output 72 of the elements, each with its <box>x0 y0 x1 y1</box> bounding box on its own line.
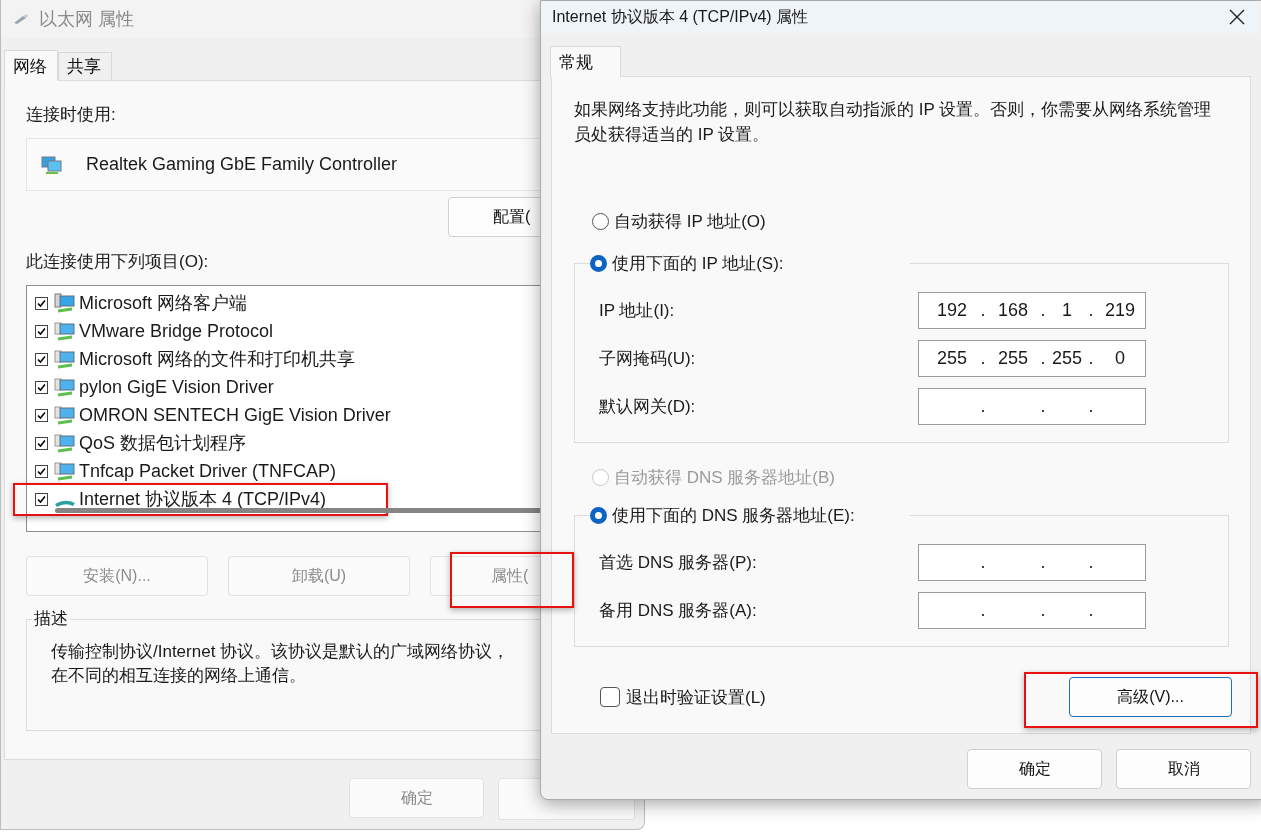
computer-icon <box>54 293 76 313</box>
checkbox-label: 退出时验证设置(L) <box>626 686 766 709</box>
ip-address-field[interactable]: 255 255 255 0 . . . <box>918 339 1146 377</box>
cancel-button[interactable]: 取消 <box>1116 749 1251 789</box>
computer-icon <box>54 349 76 369</box>
computer-icon <box>54 461 76 481</box>
computer-icon <box>54 377 76 397</box>
computer-icon <box>54 321 76 341</box>
list-item[interactable]: Microsoft 网络客户端 <box>35 289 247 317</box>
checkbox[interactable] <box>35 380 48 394</box>
window-title: 以太网 属性 <box>39 8 134 31</box>
list-item[interactable]: pylon GigE Vision Driver <box>35 373 274 401</box>
tab[interactable]: 网络 <box>4 50 58 81</box>
network-cable-icon <box>54 498 76 508</box>
checkbox[interactable] <box>35 408 48 422</box>
ip-address-field[interactable]: . . . <box>918 387 1146 425</box>
checkbox-option[interactable]: 退出时验证设置(L) <box>600 685 766 709</box>
checkbox[interactable] <box>35 352 48 366</box>
tab[interactable]: 共享 <box>58 52 112 80</box>
radio-button[interactable] <box>590 506 607 524</box>
checkbox[interactable] <box>600 687 620 707</box>
radio-option[interactable]: 自动获得 IP 地址(O) <box>592 208 1228 234</box>
description-text: 传输控制协议/Internet 协议。该协议是默认的广域网络协议， <box>51 641 511 663</box>
checkbox[interactable] <box>35 464 48 478</box>
item-label: Tnfcap Packet Driver (TNFCAP) <box>79 460 337 482</box>
network-cable-icon <box>13 13 29 25</box>
monitors-icon <box>41 154 63 175</box>
field-label: IP 地址(I): <box>599 299 676 322</box>
radio-option[interactable]: 使用下面的 IP 地址(S): <box>590 250 900 276</box>
radio-option[interactable]: 使用下面的 DNS 服务器地址(E): <box>590 502 900 528</box>
radio-label: 使用下面的 DNS 服务器地址(E): <box>612 504 855 527</box>
list-item[interactable]: VMware Bridge Protocol <box>35 317 274 345</box>
tab[interactable]: 常规 <box>550 46 621 77</box>
item-label: Microsoft 网络的文件和打印机共享 <box>79 348 355 371</box>
list-item[interactable]: Microsoft 网络的文件和打印机共享 <box>35 345 355 373</box>
checkbox[interactable] <box>35 436 48 450</box>
description-text: 在不同的相互连接的网络上通信。 <box>51 665 307 687</box>
item-label: OMRON SENTECH GigE Vision Driver <box>79 404 391 426</box>
radio-button[interactable] <box>590 254 607 272</box>
list-item[interactable]: QoS 数据包计划程序 <box>35 429 247 457</box>
item-label: pylon GigE Vision Driver <box>79 376 274 398</box>
ip-address-field[interactable]: . . . <box>918 543 1146 581</box>
radio-button[interactable] <box>592 212 609 230</box>
item-label: VMware Bridge Protocol <box>79 320 274 342</box>
list-item[interactable]: Internet 协议版本 4 (TCP/IPv4) <box>35 485 327 513</box>
advanced-button[interactable]: 高级(V)... <box>1069 677 1232 717</box>
window-title: Internet 协议版本 4 (TCP/IPv4) 属性 <box>552 6 809 27</box>
radio-label: 自动获得 DNS 服务器地址(B) <box>614 466 835 489</box>
intro-text: 如果网络支持此功能，则可以获取自动指派的 IP 设置。否则，你需要从网络系统管理员处获得适当的 IP 设置。 <box>574 99 1213 146</box>
field-label: 子网掩码(U): <box>599 347 697 370</box>
adapter-name: Realtek Gaming GbE Family Controller <box>86 154 398 175</box>
close-icon[interactable] <box>1228 8 1246 26</box>
radio-label: 自动获得 IP 地址(O) <box>614 210 766 233</box>
field-label: 首选 DNS 服务器(P): <box>599 551 758 574</box>
ip-address-field[interactable]: . . . <box>918 591 1146 629</box>
item-label: QoS 数据包计划程序 <box>79 432 247 455</box>
field-label: 默认网关(D): <box>599 395 697 418</box>
computer-icon <box>54 405 76 425</box>
checkbox[interactable] <box>35 492 48 506</box>
checkbox[interactable] <box>35 324 48 338</box>
field-label: 备用 DNS 服务器(A): <box>599 599 758 622</box>
ok-button[interactable]: 确定 <box>967 749 1102 789</box>
radio-label: 使用下面的 IP 地址(S): <box>612 252 784 275</box>
list-item[interactable]: Tnfcap Packet Driver (TNFCAP) <box>35 457 337 485</box>
section-label: 连接时使用: <box>26 104 116 126</box>
computer-icon <box>54 433 76 453</box>
ip-address-field[interactable]: 192 168 1 219 . . . <box>918 291 1146 329</box>
list-item[interactable]: OMRON SENTECH GigE Vision Driver <box>35 401 391 429</box>
checkbox[interactable] <box>35 296 48 310</box>
section-label: 此连接使用下列项目(O): <box>26 251 209 273</box>
item-label: Internet 协议版本 4 (TCP/IPv4) <box>79 488 327 511</box>
item-label: Microsoft 网络客户端 <box>79 292 247 315</box>
